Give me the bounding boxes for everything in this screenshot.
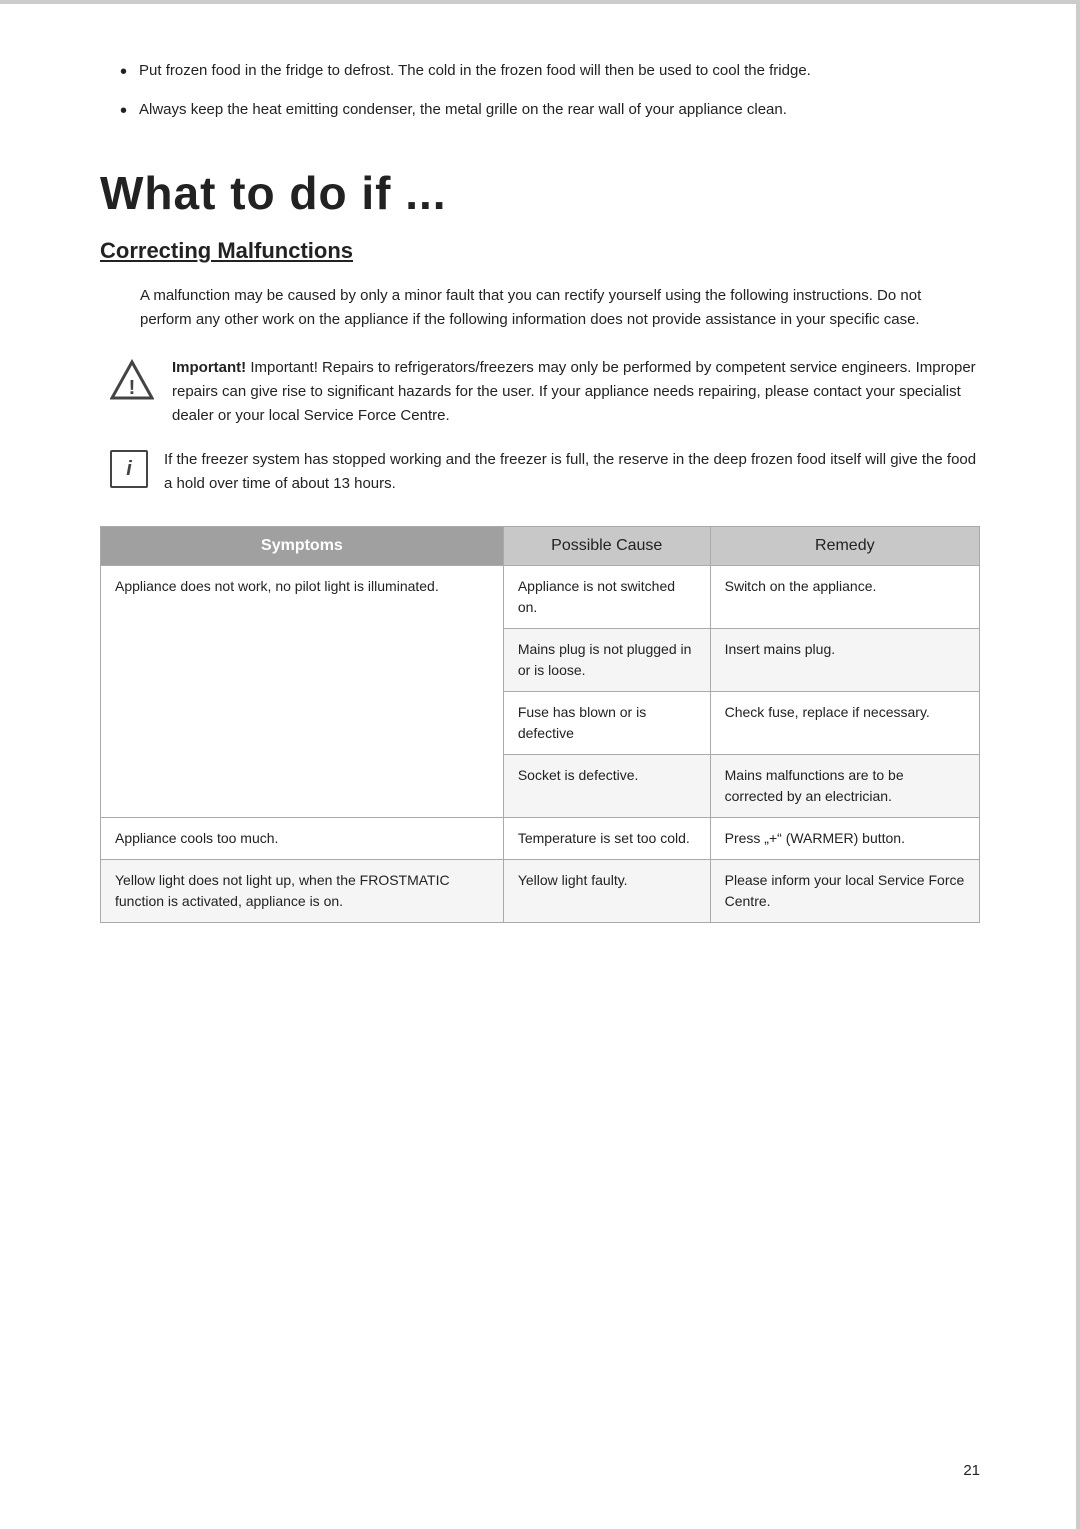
info-icon: i [110, 450, 148, 488]
cause-cell: Temperature is set too cold. [503, 818, 710, 860]
bullet-section: • Put frozen food in the fridge to defro… [100, 60, 980, 126]
remedy-cell: Press „+“ (WARMER) button. [710, 818, 979, 860]
right-border [1076, 0, 1080, 1529]
section-title: Correcting Malfunctions [100, 238, 980, 264]
table-header-symptoms: Symptoms [101, 527, 504, 566]
top-border [0, 0, 1080, 4]
malfunction-table: Symptoms Possible Cause Remedy Appliance… [100, 526, 980, 923]
table-header-remedy: Remedy [710, 527, 979, 566]
warning-text: Important! Important! Repairs to refrige… [172, 356, 980, 428]
cause-cell: Fuse has blown or is defective [503, 692, 710, 755]
table-row: Appliance does not work, no pilot light … [101, 566, 980, 629]
remedy-cell: Please inform your local Service Force C… [710, 860, 979, 923]
warning-icon: ! [110, 358, 156, 404]
info-block: i If the freezer system has stopped work… [100, 448, 980, 496]
svg-text:!: ! [129, 377, 136, 399]
symptoms-cell-1: Appliance does not work, no pilot light … [101, 566, 504, 818]
list-item: • Put frozen food in the fridge to defro… [120, 60, 980, 87]
bullet-text-2: Always keep the heat emitting condenser,… [139, 99, 980, 122]
cause-cell: Yellow light faulty. [503, 860, 710, 923]
table-row: Yellow light does not light up, when the… [101, 860, 980, 923]
page-number: 21 [963, 1462, 980, 1479]
page-container: • Put frozen food in the fridge to defro… [0, 0, 1080, 1529]
remedy-cell: Switch on the appliance. [710, 566, 979, 629]
remedy-cell: Mains malfunctions are to be corrected b… [710, 755, 979, 818]
description-text: A malfunction may be caused by only a mi… [100, 284, 980, 332]
bullet-text-1: Put frozen food in the fridge to defrost… [139, 60, 980, 83]
table-header-cause: Possible Cause [503, 527, 710, 566]
symptoms-cell-3: Yellow light does not light up, when the… [101, 860, 504, 923]
remedy-cell: Check fuse, replace if necessary. [710, 692, 979, 755]
main-title: What to do if ... [100, 166, 980, 220]
warning-block: ! Important! Important! Repairs to refri… [100, 356, 980, 428]
info-text: If the freezer system has stopped workin… [164, 448, 980, 496]
warning-label: Important! [172, 359, 246, 376]
remedy-cell: Insert mains plug. [710, 629, 979, 692]
cause-cell: Mains plug is not plugged in or is loose… [503, 629, 710, 692]
bullet-icon: • [120, 96, 127, 126]
cause-cell: Socket is defective. [503, 755, 710, 818]
cause-cell: Appliance is not switched on. [503, 566, 710, 629]
bullet-icon: • [120, 57, 127, 87]
list-item: • Always keep the heat emitting condense… [120, 99, 980, 126]
table-row: Appliance cools too much. Temperature is… [101, 818, 980, 860]
symptoms-cell-2: Appliance cools too much. [101, 818, 504, 860]
